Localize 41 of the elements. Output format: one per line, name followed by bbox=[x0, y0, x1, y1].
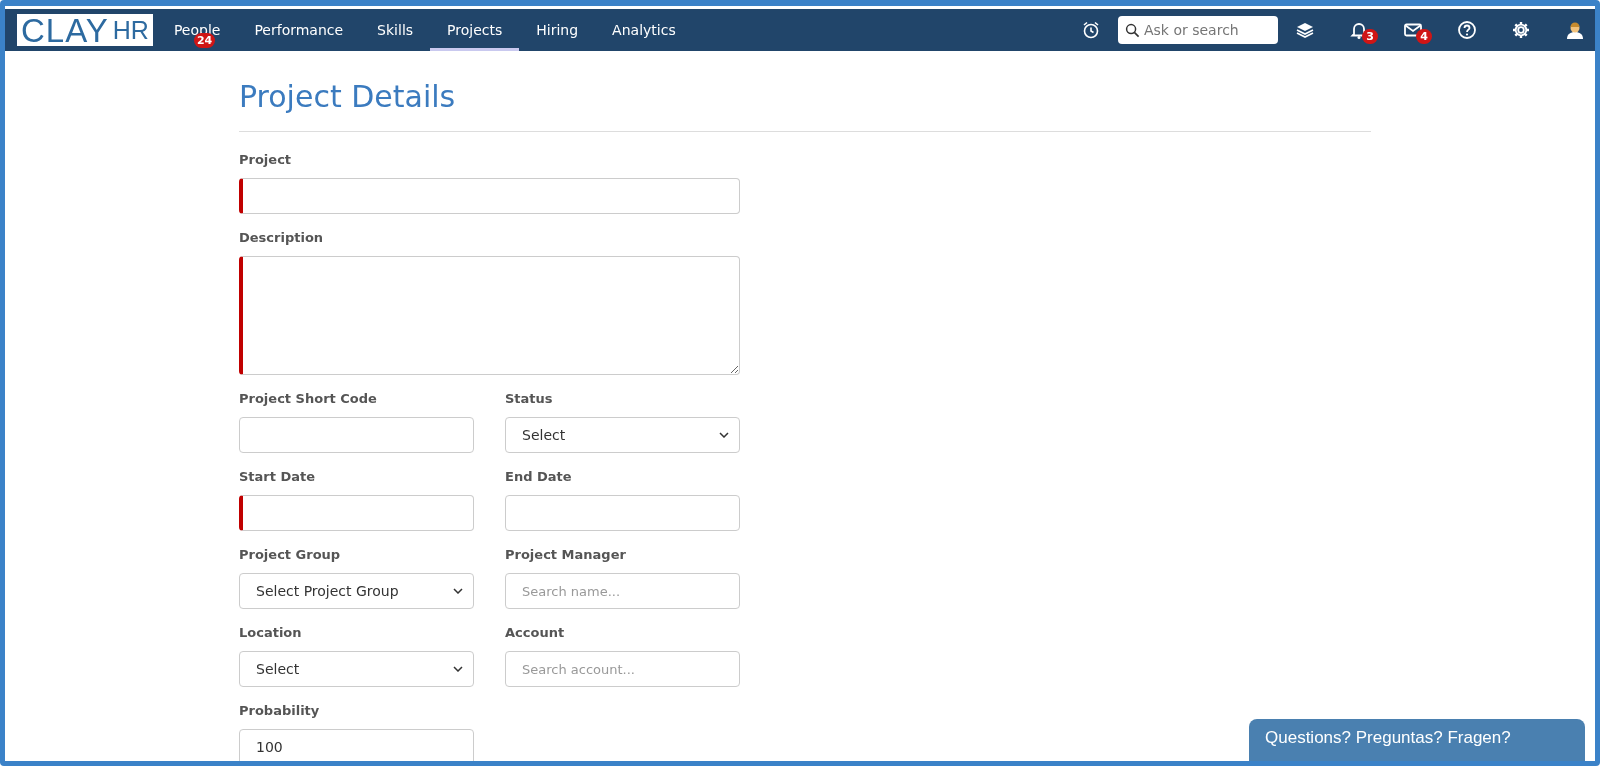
count-badge: 3 bbox=[1362, 29, 1378, 44]
chevron-icon bbox=[453, 666, 463, 672]
logo[interactable]: CLAY HR bbox=[17, 14, 153, 46]
input-field[interactable]: Search account... bbox=[505, 651, 740, 687]
field-label: Probability bbox=[239, 703, 321, 718]
input-field[interactable] bbox=[505, 495, 740, 531]
field-label: Project Short Code bbox=[239, 391, 378, 406]
field-label: Project bbox=[239, 152, 293, 167]
chevron-icon bbox=[453, 588, 463, 594]
avatar-icon[interactable] bbox=[1565, 20, 1585, 40]
field-label: End Date bbox=[505, 469, 573, 484]
field-label: Account bbox=[505, 625, 566, 640]
input-field[interactable] bbox=[239, 495, 474, 531]
nav-tab[interactable]: Projects bbox=[430, 9, 520, 51]
nav-tab[interactable]: Analytics bbox=[595, 9, 693, 51]
dropdown[interactable]: Select bbox=[239, 651, 474, 687]
dropdown[interactable]: Select bbox=[505, 417, 740, 453]
settings-icon[interactable] bbox=[1511, 20, 1531, 40]
search-icon bbox=[1125, 23, 1140, 38]
layers-icon[interactable] bbox=[1295, 20, 1315, 40]
field-label: Project Manager bbox=[505, 547, 627, 562]
field-label: Project Group bbox=[239, 547, 342, 562]
page-title: Project Details bbox=[239, 78, 457, 116]
search-field[interactable]: Ask or search bbox=[1118, 16, 1278, 44]
help-icon[interactable] bbox=[1457, 20, 1477, 40]
nav-tab[interactable]: Skills bbox=[360, 9, 431, 51]
chat-button[interactable]: Questions? Preguntas? Fragen? bbox=[1249, 719, 1585, 761]
dropdown[interactable]: Select Project Group bbox=[239, 573, 474, 609]
alarm-clock-icon[interactable] bbox=[1081, 20, 1101, 40]
input-field[interactable]: 100 bbox=[239, 729, 474, 761]
input-field[interactable] bbox=[239, 178, 740, 214]
chevron-icon bbox=[719, 432, 729, 438]
field-label: Start Date bbox=[239, 469, 317, 484]
field-label: Status bbox=[505, 391, 554, 406]
nav-tab[interactable]: Performance bbox=[237, 9, 361, 51]
count-badge: 4 bbox=[1416, 29, 1432, 44]
input-field[interactable] bbox=[239, 417, 474, 453]
field-label: Location bbox=[239, 625, 303, 640]
field-label: Description bbox=[239, 230, 325, 245]
nav-tab[interactable]: Hiring bbox=[519, 9, 596, 51]
input-field[interactable]: Search name... bbox=[505, 573, 740, 609]
